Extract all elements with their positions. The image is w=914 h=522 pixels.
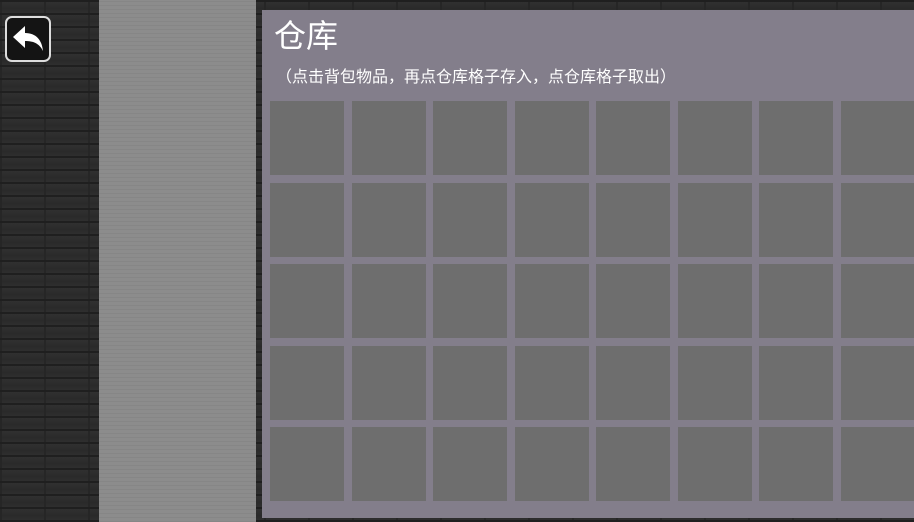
warehouse-slot[interactable]: [840, 345, 914, 420]
warehouse-slot[interactable]: [840, 264, 914, 338]
warehouse-slot[interactable]: [677, 264, 752, 338]
warehouse-slot[interactable]: [759, 101, 833, 175]
warehouse-slot[interactable]: [759, 345, 833, 420]
back-button[interactable]: [5, 16, 51, 62]
warehouse-slot[interactable]: [677, 345, 752, 420]
warehouse-slot[interactable]: [596, 264, 670, 338]
warehouse-slot[interactable]: [759, 427, 833, 501]
warehouse-slot[interactable]: [270, 182, 344, 257]
warehouse-slot[interactable]: [514, 264, 589, 338]
warehouse-panel: 仓库 （点击背包物品，再点仓库格子存入，点仓库格子取出）: [262, 10, 914, 518]
warehouse-slot[interactable]: [351, 427, 426, 501]
warehouse-slot[interactable]: [596, 101, 670, 175]
backpack-panel: [99, 0, 256, 522]
warehouse-slot[interactable]: [270, 427, 344, 501]
warehouse-slot[interactable]: [677, 182, 752, 257]
warehouse-slot[interactable]: [433, 427, 507, 501]
warehouse-slot[interactable]: [351, 345, 426, 420]
warehouse-slot[interactable]: [351, 182, 426, 257]
warehouse-slot[interactable]: [840, 182, 914, 257]
warehouse-slot[interactable]: [270, 101, 344, 175]
warehouse-slot[interactable]: [514, 182, 589, 257]
warehouse-slot[interactable]: [351, 264, 426, 338]
warehouse-slot[interactable]: [677, 427, 752, 501]
warehouse-slot[interactable]: [514, 101, 589, 175]
warehouse-slot[interactable]: [596, 427, 670, 501]
warehouse-slot[interactable]: [270, 264, 344, 338]
back-arrow-icon: [12, 25, 44, 53]
warehouse-slot[interactable]: [840, 427, 914, 501]
warehouse-title: 仓库: [274, 17, 339, 55]
warehouse-slot[interactable]: [270, 345, 344, 420]
warehouse-slot[interactable]: [433, 345, 507, 420]
warehouse-slot[interactable]: [596, 182, 670, 257]
warehouse-slot[interactable]: [840, 101, 914, 175]
warehouse-slot[interactable]: [759, 264, 833, 338]
warehouse-slot[interactable]: [596, 345, 670, 420]
warehouse-slot[interactable]: [433, 264, 507, 338]
warehouse-slot[interactable]: [351, 101, 426, 175]
warehouse-slot-grid: [270, 101, 914, 501]
warehouse-slot[interactable]: [759, 182, 833, 257]
warehouse-slot[interactable]: [433, 182, 507, 257]
warehouse-slot[interactable]: [514, 427, 589, 501]
warehouse-slot[interactable]: [433, 101, 507, 175]
warehouse-hint: （点击背包物品，再点仓库格子存入，点仓库格子取出）: [276, 67, 677, 86]
warehouse-slot[interactable]: [677, 101, 752, 175]
game-screen: 仓库 （点击背包物品，再点仓库格子存入，点仓库格子取出）: [0, 0, 914, 522]
warehouse-slot[interactable]: [514, 345, 589, 420]
